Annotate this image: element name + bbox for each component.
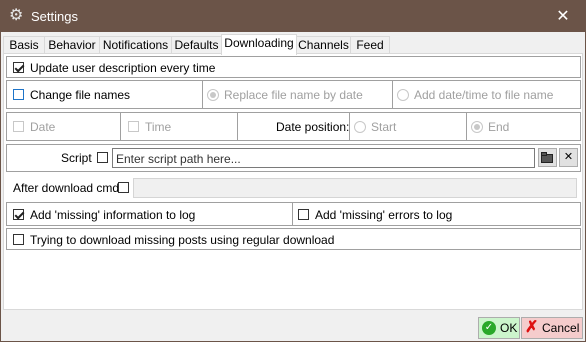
change-file-names-checkbox[interactable] (13, 89, 24, 100)
change-file-names-cell: Change file names (7, 81, 203, 108)
missing-info-checkbox[interactable] (13, 209, 24, 220)
open-folder-button[interactable] (538, 148, 557, 167)
ok-button[interactable]: ✓ OK (478, 317, 520, 339)
tab-channels[interactable]: Channels (296, 36, 351, 54)
settings-window: ⚙ Settings ✕ Basis Behavior Notification… (0, 0, 586, 342)
gear-icon: ⚙ (9, 7, 24, 24)
replace-by-date-cell: Replace file name by date (203, 81, 393, 108)
title-bar: ⚙ Settings ✕ (1, 1, 585, 32)
after-download-checkbox[interactable] (118, 182, 129, 193)
row-date-options: Date Time Date position: Start End (6, 112, 581, 141)
date-checkbox[interactable] (13, 121, 24, 132)
row-after-download: After download cmd (6, 174, 581, 200)
add-datetime-label: Add date/time to file name (414, 88, 554, 102)
row-script: Script Enter script path here... ✕ (6, 144, 581, 172)
download-missing-label: Trying to download missing posts using r… (30, 233, 335, 247)
ok-label: OK (500, 321, 518, 335)
date-position-cell: Date position: (238, 113, 350, 140)
script-path-input[interactable]: Enter script path here... (112, 148, 535, 168)
missing-errors-checkbox[interactable] (298, 209, 309, 220)
tab-feed[interactable]: Feed (350, 36, 390, 54)
tab-basis[interactable]: Basis (3, 36, 45, 54)
row-change-file-names: Change file names Replace file name by d… (6, 80, 581, 109)
position-end-radio[interactable] (471, 121, 483, 133)
date-cell: Date (7, 113, 121, 140)
missing-errors-label: Add 'missing' errors to log (315, 208, 453, 222)
time-cell: Time (121, 113, 238, 140)
script-path-placeholder: Enter script path here... (116, 152, 241, 166)
script-label: Script (61, 151, 92, 165)
position-start-label: Start (371, 120, 397, 134)
add-datetime-radio[interactable] (397, 89, 409, 101)
missing-errors-cell: Add 'missing' errors to log (293, 203, 582, 225)
download-missing-checkbox[interactable] (13, 234, 24, 245)
position-start-radio[interactable] (354, 121, 366, 133)
end-cell: End (467, 113, 582, 140)
replace-by-date-radio[interactable] (207, 89, 219, 101)
replace-by-date-label: Replace file name by date (224, 88, 363, 102)
position-end-label: End (488, 120, 510, 134)
tab-downloading[interactable]: Downloading (221, 34, 297, 55)
clear-icon: ✕ (563, 151, 574, 163)
time-checkbox[interactable] (128, 121, 139, 132)
cancel-label: Cancel (542, 321, 580, 335)
close-button[interactable]: ✕ (541, 1, 585, 32)
update-description-checkbox[interactable] (13, 62, 24, 73)
time-label: Time (145, 120, 172, 134)
row-update-description: Update user description every time (6, 56, 581, 78)
tab-notifications[interactable]: Notifications (99, 36, 172, 54)
row-missing-log: Add 'missing' information to log Add 'mi… (6, 202, 581, 226)
date-position-label: Date position: (276, 120, 350, 134)
add-datetime-cell: Add date/time to file name (393, 81, 582, 108)
date-label: Date (30, 120, 56, 134)
window-title: Settings (31, 9, 78, 24)
clear-script-button[interactable]: ✕ (559, 148, 578, 167)
missing-info-cell: Add 'missing' information to log (7, 203, 293, 225)
open-folder-icon (541, 152, 553, 163)
ok-check-icon: ✓ (482, 321, 496, 335)
cancel-x-icon: ✗ (525, 319, 539, 336)
row-download-missing: Trying to download missing posts using r… (6, 228, 581, 250)
tab-behavior[interactable]: Behavior (44, 36, 100, 54)
tab-defaults[interactable]: Defaults (171, 36, 222, 54)
update-description-label: Update user description every time (30, 61, 216, 75)
after-download-label: After download cmd (13, 181, 120, 195)
script-checkbox[interactable] (97, 152, 108, 163)
downloading-panel: Update user description every time Chang… (3, 53, 583, 310)
cancel-button[interactable]: ✗ Cancel (521, 317, 583, 339)
missing-info-label: Add 'missing' information to log (30, 208, 196, 222)
start-cell: Start (350, 113, 467, 140)
after-download-cmd-input[interactable] (133, 178, 577, 198)
change-file-names-label: Change file names (30, 88, 131, 102)
